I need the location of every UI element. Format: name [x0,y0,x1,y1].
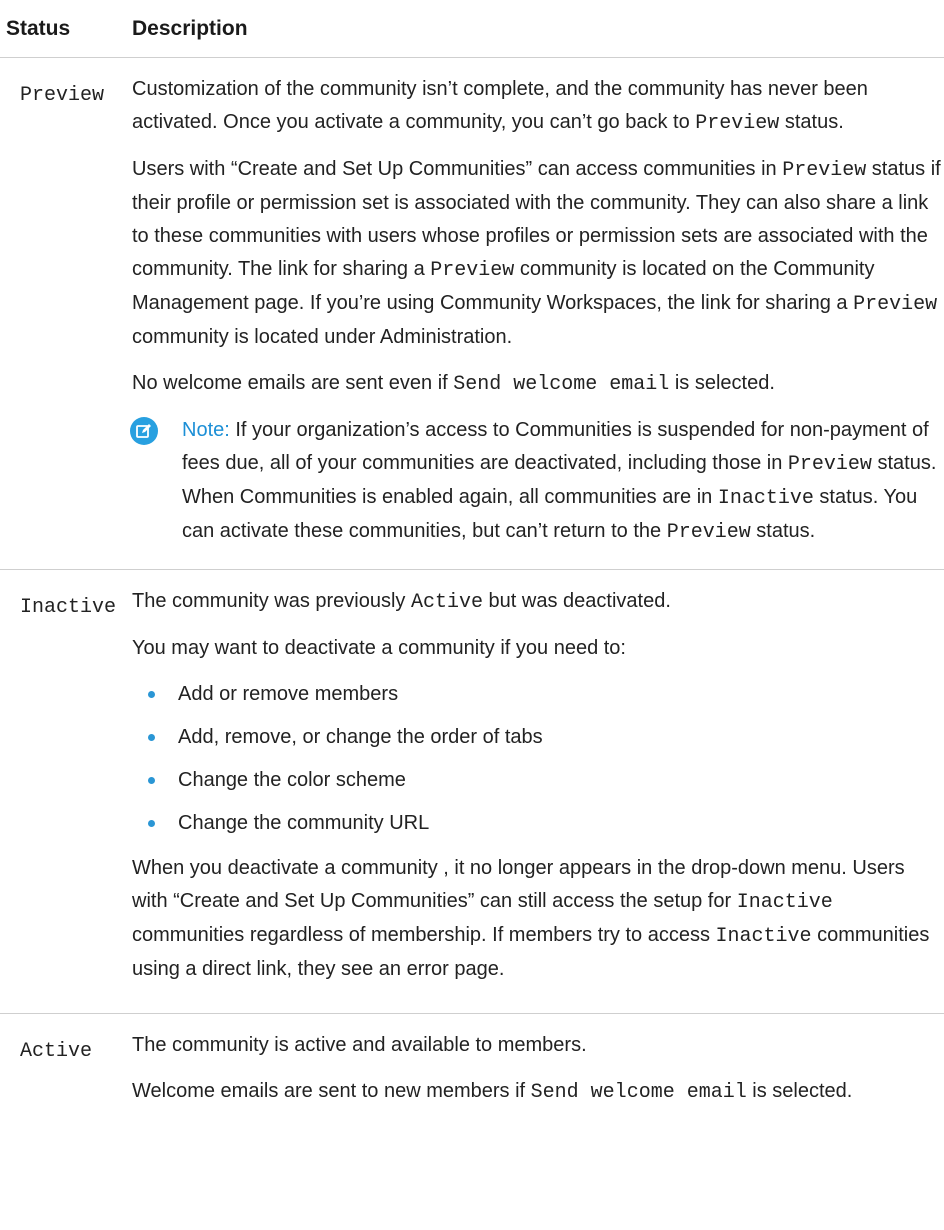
list-item-text: Change the color scheme [178,769,406,791]
bullet-icon [148,820,155,827]
code-text: Inactive [736,891,833,914]
status-value: Inactive [20,596,117,619]
status-column-header: Status [0,0,132,58]
bullet-icon [148,777,155,784]
list-item: Change the community URL [146,807,944,840]
text: The community was previously [132,590,411,612]
text: status. [750,520,816,542]
edit-note-icon [130,417,158,445]
paragraph: When you deactivate a community , it no … [132,852,944,986]
status-cell: Active [0,1014,132,1137]
paragraph: Users with “Create and Set Up Communitie… [132,153,944,354]
list-item: Add, remove, or change the order of tabs [146,721,944,754]
code-text: Send welcome email [453,373,670,396]
description-column-header: Description [132,0,944,58]
note-label: Note: [182,419,230,441]
status-cell: Inactive [0,569,132,1014]
status-value: Active [20,1040,93,1063]
table-row: Inactive The community was previously Ac… [0,569,944,1014]
note-callout: Note: If your organization’s access to C… [130,414,944,549]
document-page: Status Description Preview Customization… [0,0,944,1230]
code-text: Preview [782,159,867,182]
description-cell: The community was previously Active but … [132,569,944,1014]
paragraph: The community was previously Active but … [132,585,944,619]
list-item-text: Change the community URL [178,812,430,834]
list-item: Change the color scheme [146,764,944,797]
text: community is located under Administratio… [132,326,513,348]
paragraph: The community is active and available to… [132,1034,587,1056]
description-cell: The community is active and available to… [132,1014,944,1137]
code-text: Preview [787,453,872,476]
text: status. [779,111,844,133]
text: Welcome emails are sent to new members i… [132,1080,531,1102]
code-text: Send welcome email [530,1081,747,1104]
paragraph: Welcome emails are sent to new members i… [132,1075,944,1109]
description-cell: Customization of the community isn’t com… [130,57,944,570]
code-text: Preview [430,259,515,282]
table-row: Active The community is active and avail… [0,1014,944,1137]
bullet-icon [148,734,155,741]
paragraph: No welcome emails are sent even if Send … [132,367,944,401]
status-cell: Preview [0,57,132,570]
list-item: Add or remove members [146,678,944,711]
code-text: Preview [695,112,780,135]
code-text: Inactive [715,925,812,948]
text: No welcome emails are sent even if [132,372,454,394]
list-item-text: Add, remove, or change the order of tabs [178,726,543,748]
table-header-row: Status Description [0,0,944,58]
text: but was deactivated. [483,590,671,612]
bullet-list: Add or remove members Add, remove, or ch… [132,678,944,840]
text: is selected. [746,1080,853,1102]
code-text: Active [410,591,483,614]
code-text: Preview [853,293,938,316]
text: Users with “Create and Set Up Communitie… [132,158,783,180]
paragraph: You may want to deactivate a community i… [132,637,626,659]
code-text: Preview [666,521,751,544]
table-row: Preview Customization of the community i… [0,57,944,570]
paragraph: Customization of the community isn’t com… [132,73,944,140]
bullet-icon [148,691,155,698]
status-value: Preview [20,84,105,107]
status-table: Status Description Preview Customization… [0,0,944,1136]
list-item-text: Add or remove members [178,683,399,705]
text: is selected. [669,372,775,394]
code-text: Inactive [717,487,814,510]
text: communities regardless of membership. If… [132,924,716,946]
